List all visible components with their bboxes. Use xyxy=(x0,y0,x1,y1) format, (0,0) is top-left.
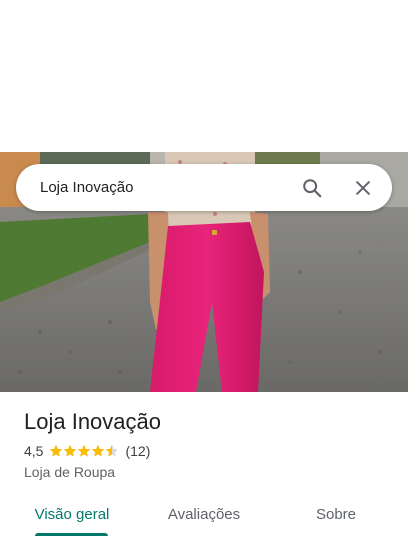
star-icon xyxy=(50,444,63,457)
tab-about[interactable]: Sobre xyxy=(286,496,386,532)
review-count[interactable]: (12) xyxy=(125,443,150,459)
star-icon xyxy=(64,444,77,457)
top-empty-area xyxy=(0,0,408,152)
search-bar[interactable]: Loja Inovação xyxy=(16,164,392,211)
search-icon[interactable] xyxy=(300,176,324,200)
close-icon[interactable] xyxy=(351,176,375,200)
place-info: Loja Inovação 4,5 (12) Loja de Roupa xyxy=(24,408,392,480)
active-tab-indicator xyxy=(35,533,108,536)
rating-stars xyxy=(49,444,119,458)
rating-row[interactable]: 4,5 (12) xyxy=(24,442,392,460)
star-icon xyxy=(92,444,105,457)
place-title: Loja Inovação xyxy=(24,409,161,434)
star-icon xyxy=(78,444,91,457)
place-category[interactable]: Loja de Roupa xyxy=(24,464,392,480)
search-input[interactable]: Loja Inovação xyxy=(40,179,300,196)
tab-overview[interactable]: Visão geral xyxy=(16,496,128,532)
tab-bar: Visão geral Avaliações Sobre xyxy=(0,496,408,544)
star-icon xyxy=(106,444,119,457)
tab-reviews[interactable]: Avaliações xyxy=(148,496,260,532)
rating-value: 4,5 xyxy=(24,443,44,459)
